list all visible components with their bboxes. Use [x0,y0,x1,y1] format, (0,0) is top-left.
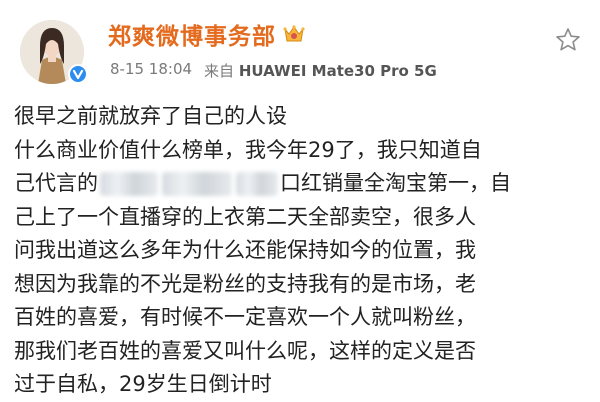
content-line: 己上了一个直播穿的上衣第二天全部卖空，很多人 [14,204,476,229]
content-line-prefix: 己代言的 [14,171,98,195]
weibo-post: 郑爽微博事务部 8-15 18:04 来自 HUAWEI Mate30 Pro … [0,0,600,400]
content-line: 想因为我靠的不光是粉丝的支持我有的是市场，老 [14,271,476,296]
post-content: 很早之前就放弃了自己的人设 什么商业价值什么榜单，我今年29了，我只知道自 己代… [14,100,590,402]
post-timestamp: 8-15 18:04 [110,60,193,78]
content-line: 什么商业价值什么榜单，我今年29了，我只知道自 [14,137,482,162]
post-meta: 8-15 18:04 来自 HUAWEI Mate30 Pro 5G [110,60,437,81]
post-source: 来自 HUAWEI Mate30 Pro 5G [204,60,437,81]
post-header: 郑爽微博事务部 8-15 18:04 来自 HUAWEI Mate30 Pro … [0,0,600,96]
post-device: HUAWEI Mate30 Pro 5G [238,62,437,80]
content-line: 百姓的喜爱，有时候不一定喜欢一个人就叫粉丝， [14,305,476,329]
verified-icon [68,64,88,84]
username[interactable]: 郑爽微博事务部 [108,17,276,51]
content-line: 过于自私，29岁生日倒计时 [14,372,272,396]
username-row: 郑爽微博事务部 [108,18,306,50]
content-line: 那我们老百姓的喜爱又叫什么呢，这样的定义是否 [14,338,476,363]
redacted-blur [162,172,232,196]
favorite-star-icon[interactable] [554,26,582,54]
redacted-blur [100,172,158,196]
content-line: 很早之前就放弃了自己的人设 [14,104,287,128]
post-source-prefix: 来自 [204,62,235,80]
redacted-blur [236,172,278,196]
content-line-suffix: 口红销量全淘宝第一，自 [280,171,511,195]
vip-crown-icon [282,23,306,45]
content-line-redacted: 己代言的 口红销量全淘宝第一，自 [14,167,590,201]
content-line: 问我出道这么多年为什么还能保持如今的位置，我 [14,238,476,262]
